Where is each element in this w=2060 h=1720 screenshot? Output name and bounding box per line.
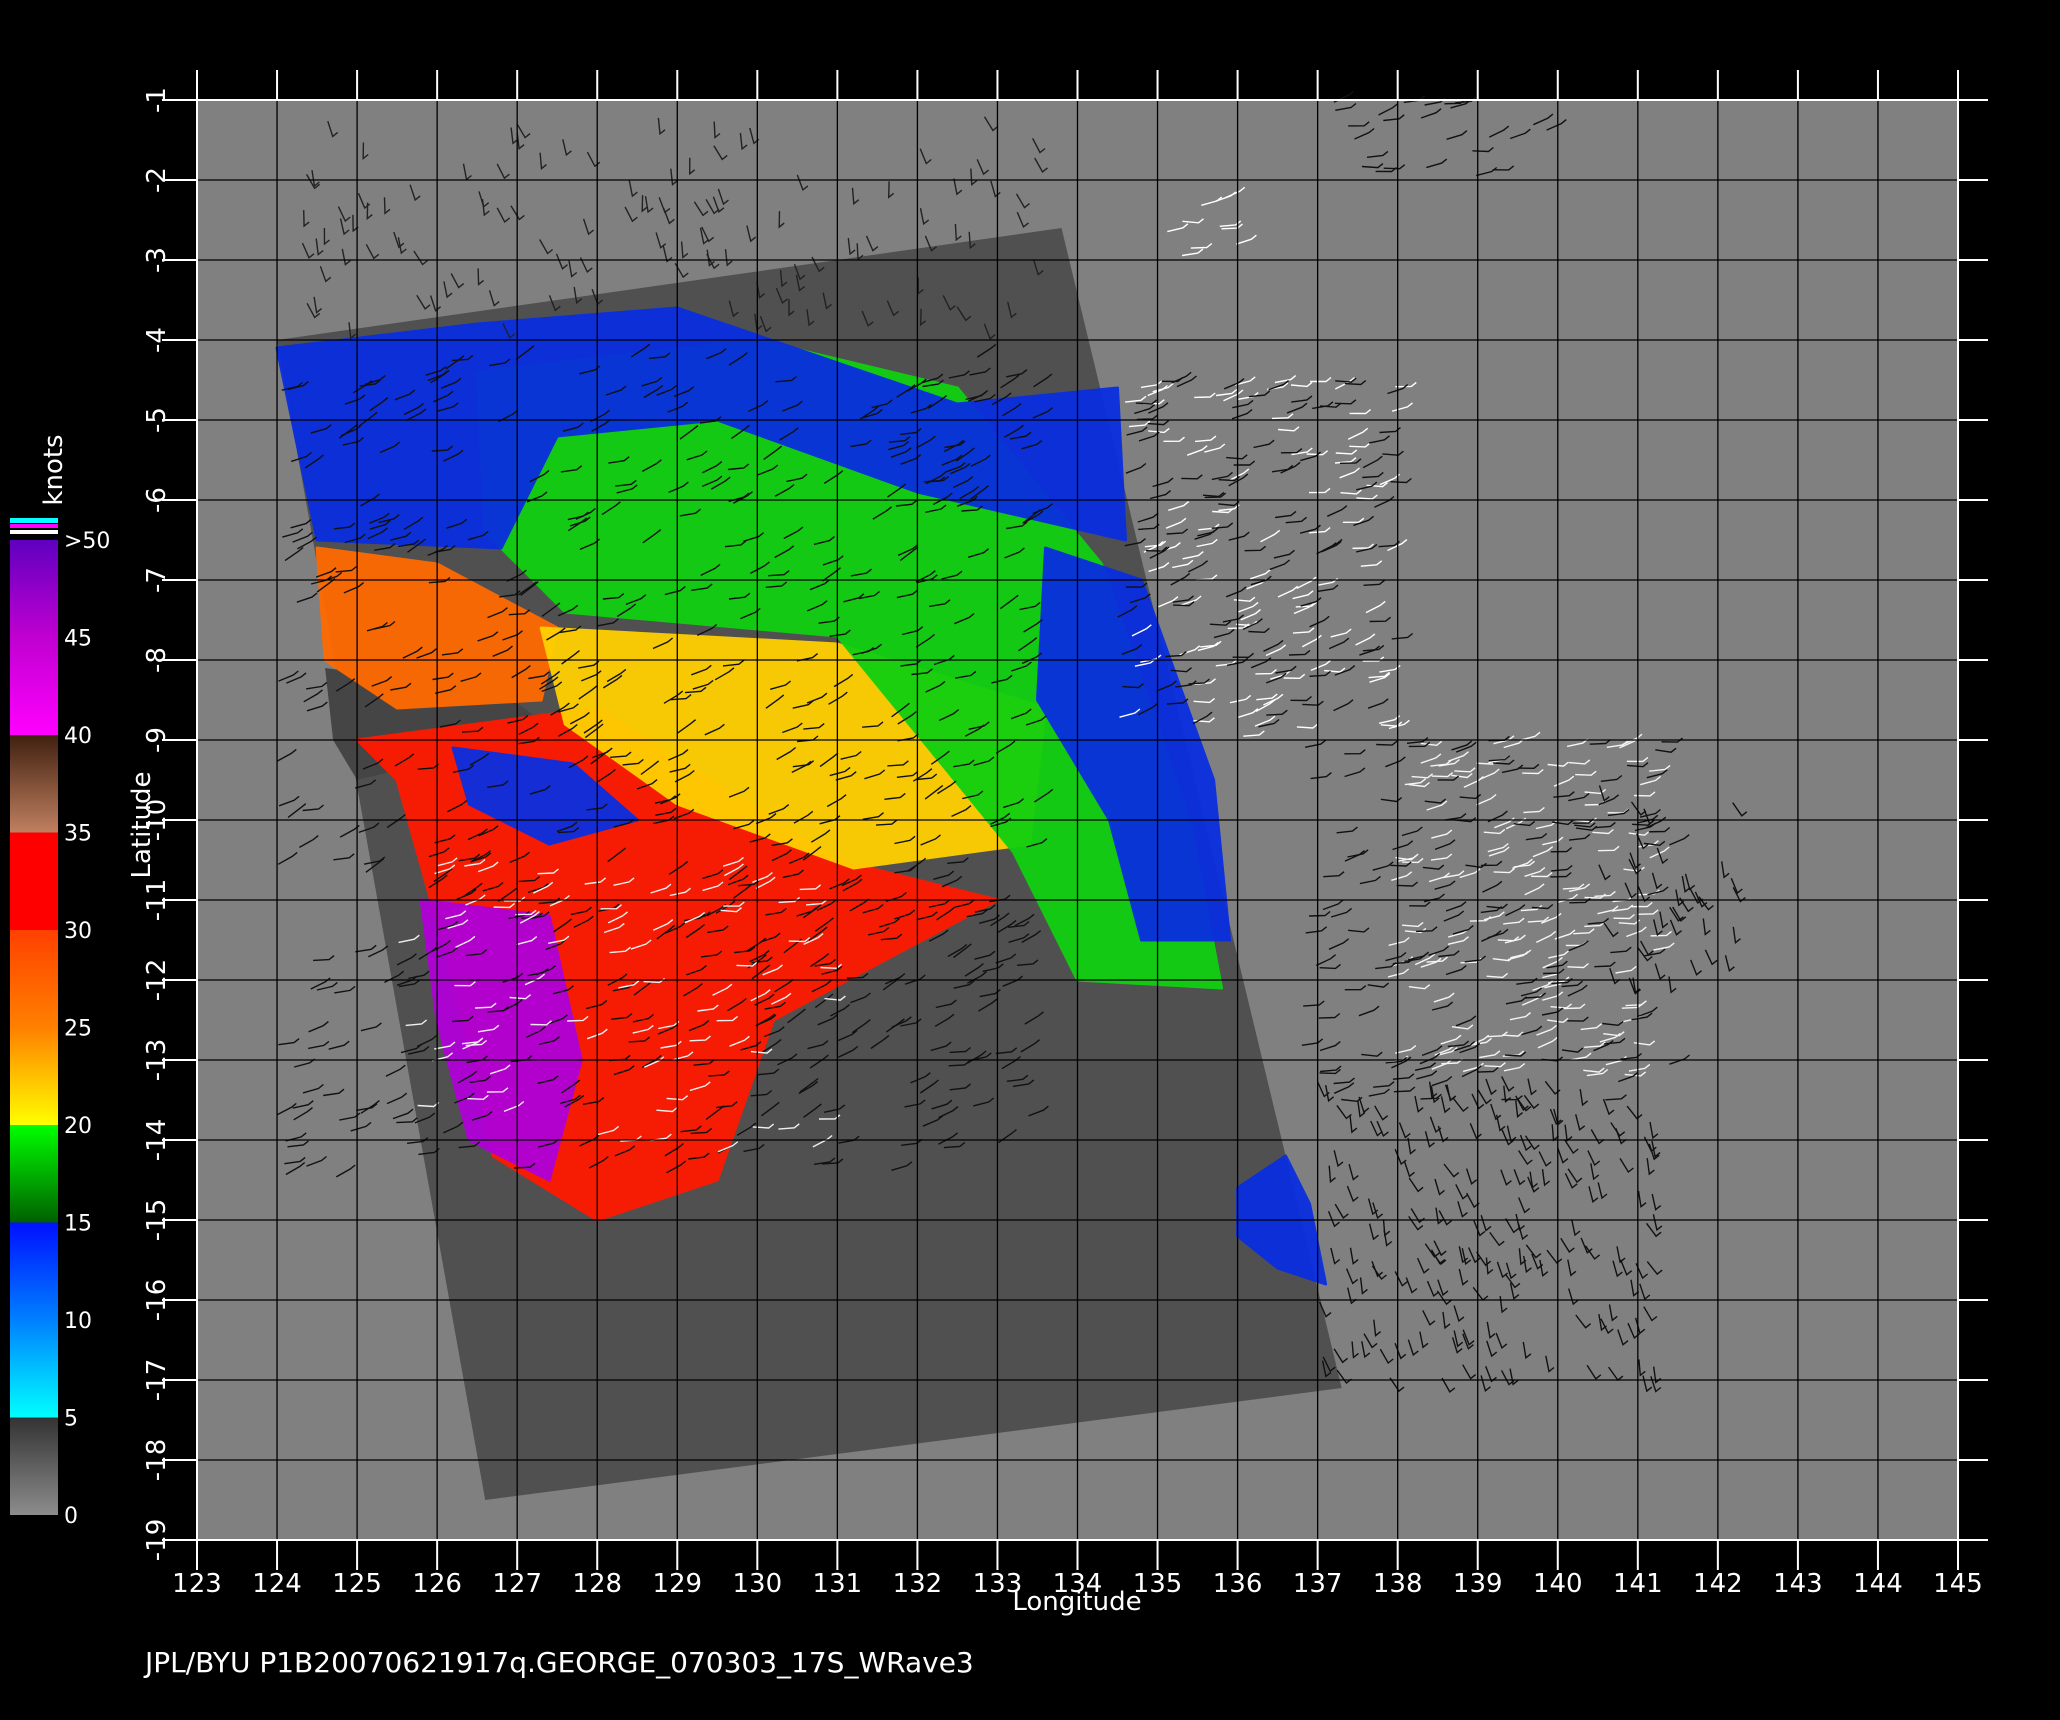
x-axis-title: Longitude bbox=[1012, 1587, 1141, 1617]
x-tick-label: 124 bbox=[252, 1569, 302, 1599]
x-tick-label: 145 bbox=[1933, 1569, 1983, 1599]
x-tick-label: 123 bbox=[172, 1569, 222, 1599]
x-tick-label: 125 bbox=[332, 1569, 382, 1599]
colorbar-label: 45 bbox=[64, 627, 92, 652]
colorbar-unit: knots bbox=[39, 434, 69, 505]
y-tick-label: -8 bbox=[142, 647, 172, 673]
x-tick-label: 132 bbox=[893, 1569, 943, 1599]
x-tick-label: 127 bbox=[492, 1569, 542, 1599]
y-tick-label: -2 bbox=[142, 167, 172, 193]
colorbar-label: >50 bbox=[64, 529, 110, 554]
colorbar-label: 40 bbox=[64, 724, 92, 749]
y-tick-label: -3 bbox=[142, 247, 172, 273]
colorbar-label: 10 bbox=[64, 1309, 92, 1334]
y-axis-title: Latitude bbox=[127, 771, 157, 878]
y-tick-label: -16 bbox=[142, 1279, 172, 1321]
y-tick-label: -7 bbox=[142, 567, 172, 593]
y-tick-label: -17 bbox=[142, 1359, 172, 1401]
product-caption: JPL/BYU P1B20070621917q.GEORGE_070303_17… bbox=[143, 1646, 974, 1679]
y-tick-label: -14 bbox=[142, 1119, 172, 1161]
y-tick-label: -11 bbox=[142, 879, 172, 921]
colorbar-label: 20 bbox=[64, 1114, 92, 1139]
colorbar-label: 0 bbox=[64, 1504, 78, 1529]
x-tick-label: 137 bbox=[1293, 1569, 1343, 1599]
x-tick-label: 138 bbox=[1373, 1569, 1423, 1599]
colorbar-cap-white bbox=[10, 530, 58, 534]
y-tick-label: -15 bbox=[142, 1199, 172, 1241]
y-tick-label: -4 bbox=[142, 327, 172, 353]
x-tick-label: 143 bbox=[1773, 1569, 1823, 1599]
x-tick-label: 139 bbox=[1453, 1569, 1503, 1599]
colorbar-label: 25 bbox=[64, 1017, 92, 1042]
x-tick-label: 142 bbox=[1693, 1569, 1743, 1599]
colorbar-cap-cyan bbox=[10, 518, 58, 523]
x-tick-label: 136 bbox=[1213, 1569, 1263, 1599]
y-tick-label: -13 bbox=[142, 1039, 172, 1081]
y-tick-label: -9 bbox=[142, 727, 172, 753]
x-tick-label: 130 bbox=[732, 1569, 782, 1599]
x-tick-label: 140 bbox=[1533, 1569, 1583, 1599]
x-tick-label: 131 bbox=[813, 1569, 863, 1599]
map-plot: 123 124 125 126 127 128 129 130 131 132 133 134 135 1… bbox=[142, 70, 1988, 1599]
y-tick-label: -18 bbox=[142, 1439, 172, 1481]
y-tick-label: -19 bbox=[142, 1519, 172, 1561]
colorbar-label: 30 bbox=[64, 919, 92, 944]
x-tick-label: 141 bbox=[1613, 1569, 1663, 1599]
colorbar-label: 35 bbox=[64, 822, 92, 847]
colorbar-label: 15 bbox=[64, 1212, 92, 1237]
x-tick-label: 144 bbox=[1853, 1569, 1903, 1599]
x-tick-label: 128 bbox=[572, 1569, 622, 1599]
colorbar-gradient bbox=[10, 540, 58, 1515]
colorbar-label: 5 bbox=[64, 1407, 78, 1432]
y-tick-label: -5 bbox=[142, 407, 172, 433]
x-tick-label: 129 bbox=[652, 1569, 702, 1599]
colorbar-cap-magenta bbox=[10, 524, 58, 528]
x-tick-label: 126 bbox=[412, 1569, 462, 1599]
wind-map-figure: 0 5 10 15 20 25 30 35 40 45 >50 knots 123 124 125 126… bbox=[0, 0, 2060, 1720]
y-tick-label: -1 bbox=[142, 87, 172, 113]
y-tick-label: -12 bbox=[142, 959, 172, 1001]
y-tick-label: -6 bbox=[142, 487, 172, 513]
